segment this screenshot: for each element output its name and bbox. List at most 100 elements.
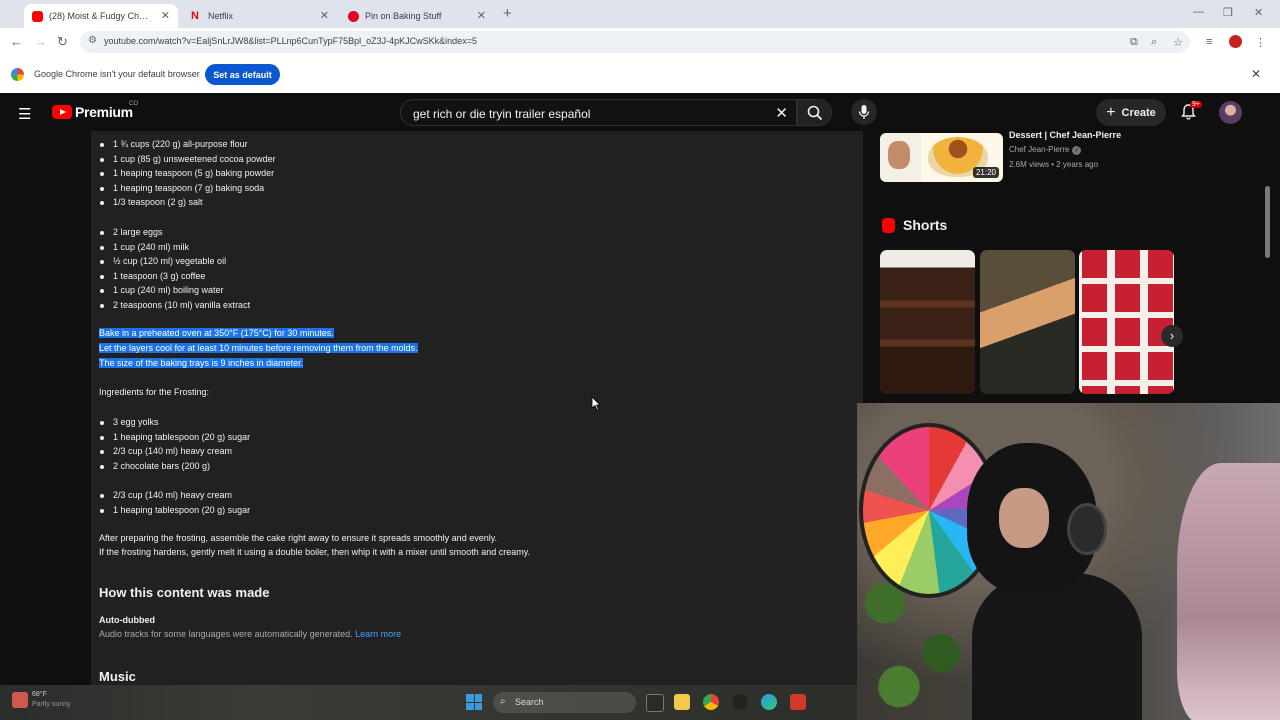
address-bar[interactable]: ⚙ youtube.com/watch?v=EaljSnLrJW8&list=P… [80, 31, 1190, 53]
create-label: Create [1121, 106, 1156, 119]
site-info-icon[interactable]: ⚙ [88, 35, 97, 46]
headset-image [1067, 503, 1107, 555]
recommended-video-channel: Chef Jean-Pierre ✓ [1009, 145, 1082, 155]
hamburger-menu-icon[interactable]: ☰ [18, 105, 31, 123]
account-avatar[interactable] [1219, 101, 1242, 124]
task-view-icon[interactable] [646, 694, 664, 712]
close-tab-icon[interactable]: ✕ [161, 9, 170, 22]
weather-icon[interactable] [12, 692, 28, 708]
list-item: 2/3 cup (140 ml) heavy cream [99, 444, 250, 459]
install-app-icon[interactable]: ⧉ [1130, 36, 1138, 49]
video-description: 1 ¾ cups (220 g) all-purpose flour 1 cup… [91, 131, 863, 685]
restore-button[interactable]: ❐ [1223, 6, 1233, 19]
search-query: get rich or die tryin trailer español [413, 107, 591, 121]
list-item: 3 egg yolks [99, 415, 250, 430]
list-item: 1 heaping tablespoon (20 g) sugar [99, 430, 250, 445]
shorts-title: Shorts [903, 217, 948, 233]
list-item: 1 cup (240 ml) milk [99, 240, 250, 255]
channel-name[interactable]: Chef Jean-Pierre [1009, 145, 1069, 154]
file-explorer-icon[interactable] [674, 694, 690, 710]
youtube-header: ☰ Premium CO get rich or die tryin trail… [0, 93, 1280, 131]
set-as-default-button[interactable]: Set as default [205, 64, 280, 85]
list-item: 1 cup (240 ml) boiling water [99, 283, 250, 298]
netflix-favicon-icon: N [191, 9, 199, 22]
frosting-list-a: 3 egg yolks 1 heaping tablespoon (20 g) … [99, 415, 250, 473]
how-made-heading: How this content was made [99, 585, 270, 600]
list-item: 1 cup (85 g) unsweetened cocoa powder [100, 152, 276, 167]
selected-text-line: The size of the baking trays is 9 inches… [99, 358, 304, 368]
list-item: 1 heaping teaspoon (7 g) baking soda [100, 181, 276, 196]
close-tab-icon[interactable]: ✕ [477, 9, 486, 22]
person-face-image [999, 488, 1049, 548]
gaming-chair-image [1177, 463, 1280, 720]
country-code: CO [129, 101, 138, 107]
forward-button[interactable]: → [34, 34, 47, 49]
short-thumbnail-person[interactable] [980, 250, 1075, 394]
app-taskbar-icon-2[interactable] [790, 694, 806, 710]
create-button[interactable]: + Create [1096, 99, 1166, 126]
dry-ingredients-list: 1 ¾ cups (220 g) all-purpose flour 1 cup… [100, 137, 276, 210]
close-window-button[interactable]: ✕ [1254, 6, 1263, 19]
weather-temp: 68°F [32, 691, 47, 698]
app-taskbar-icon[interactable] [732, 694, 748, 710]
zoom-icon[interactable]: ⌕ [1151, 36, 1157, 49]
youtube-favicon-icon [32, 10, 43, 22]
chrome-taskbar-icon[interactable] [703, 694, 719, 710]
bookmark-star-icon[interactable]: ☆ [1173, 36, 1183, 49]
page-scrollbar[interactable] [1265, 186, 1270, 258]
profile-avatar-icon[interactable] [1229, 35, 1242, 48]
url-text: youtube.com/watch?v=EaljSnLrJW8&list=PLL… [104, 36, 477, 46]
frosting-heading: Ingredients for the Frosting: [99, 387, 210, 397]
reload-button[interactable]: ↻ [57, 34, 68, 50]
clear-search-icon[interactable]: ✕ [775, 104, 788, 122]
list-item: 1 heaping tablespoon (20 g) sugar [99, 503, 250, 518]
tab-title: Pin on Baking Stuff [365, 11, 442, 21]
search-button[interactable] [797, 99, 832, 126]
search-icon: ⌕ [500, 696, 506, 707]
video-duration: 21:20 [972, 167, 999, 178]
verified-check-icon: ✓ [1072, 146, 1082, 155]
menu-icon[interactable]: ⋮ [1255, 36, 1266, 49]
tab-youtube[interactable]: (28) Moist & Fudgy Chocolate ✕ [24, 4, 178, 28]
search-input[interactable]: get rich or die tryin trailer español ✕ [400, 99, 797, 126]
taskbar-search[interactable]: ⌕ Search [493, 692, 636, 713]
list-item: 1 teaspoon (3 g) coffee [99, 269, 250, 284]
youtube-logo-text[interactable]: Premium [75, 104, 133, 120]
short-thumbnail-chocolate-cake[interactable] [880, 250, 975, 394]
learn-more-link[interactable]: Learn more [355, 629, 401, 639]
youtube-logo-icon[interactable] [52, 105, 72, 119]
short-thumbnail-red-velvet[interactable] [1079, 250, 1174, 394]
recommended-video-title[interactable]: Dessert | Chef Jean-Pierre [1009, 130, 1121, 140]
wet-ingredients-list: 2 large eggs 1 cup (240 ml) milk ½ cup (… [99, 225, 250, 313]
windows-start-icon[interactable] [466, 694, 482, 710]
infobar-message: Google Chrome isn't your default browser [34, 69, 200, 79]
back-button[interactable]: ← [10, 34, 23, 49]
tab-pinterest[interactable]: Pin on Baking Stuff ✕ [340, 4, 494, 28]
edge-taskbar-icon[interactable] [761, 694, 777, 710]
browser-toolbar: ← → ↻ ⚙ youtube.com/watch?v=EaljSnLrJW8&… [0, 28, 1280, 56]
list-item: ½ cup (120 ml) vegetable oil [99, 254, 250, 269]
close-infobar-icon[interactable]: ✕ [1251, 67, 1261, 81]
close-tab-icon[interactable]: ✕ [320, 9, 329, 22]
assembly-text: After preparing the frosting, assemble t… [99, 533, 498, 543]
shorts-logo-icon [882, 218, 895, 233]
new-tab-button[interactable]: + [503, 5, 512, 22]
recommended-video-views: 2.6M views • 2 years ago [1009, 160, 1099, 169]
person-body-image [972, 573, 1142, 720]
microphone-icon [858, 105, 870, 119]
minimize-button[interactable]: — [1193, 6, 1204, 18]
shorts-next-chevron-icon[interactable]: › [1161, 325, 1183, 347]
assembly-text: If the frosting hardens, gently melt it … [99, 547, 531, 557]
plus-icon: + [1106, 103, 1116, 121]
frosting-list-b: 2/3 cup (140 ml) heavy cream 1 heaping t… [99, 488, 250, 518]
tab-netflix[interactable]: N Netflix ✕ [183, 4, 337, 28]
selected-text-line: Bake in a preheated oven at 350°F (175°C… [99, 328, 334, 338]
notification-count-badge: 9+ [1190, 101, 1202, 108]
list-item: 1 heaping teaspoon (5 g) baking powder [100, 166, 276, 181]
list-item: 2 large eggs [99, 225, 250, 240]
webcam-overlay [857, 403, 1280, 720]
extensions-icon[interactable]: ≡ [1206, 36, 1212, 48]
recommended-video-thumbnail[interactable]: 21:20 [880, 133, 1003, 182]
voice-search-button[interactable] [851, 99, 877, 125]
music-heading: Music [99, 669, 136, 684]
